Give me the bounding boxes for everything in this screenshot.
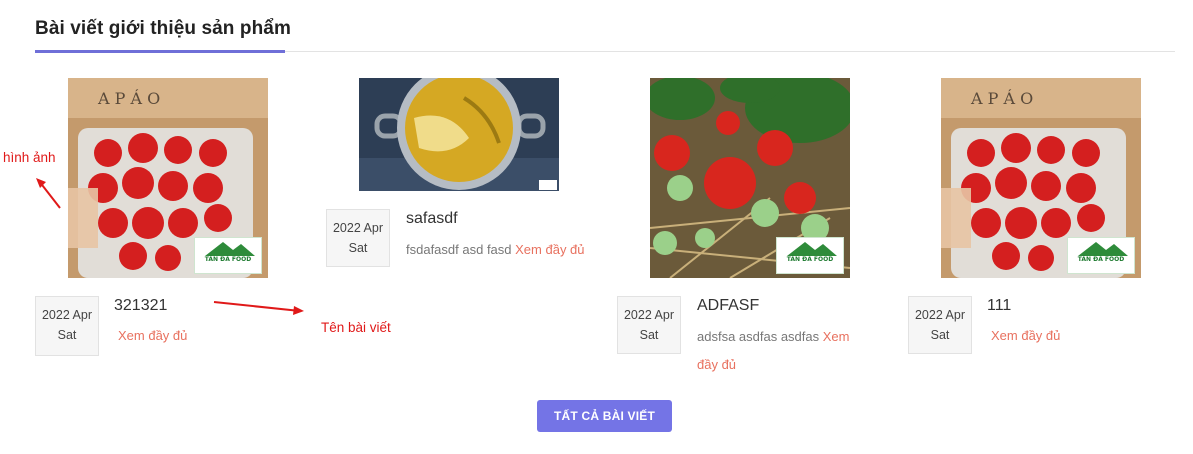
mountain-logo-icon: [205, 242, 255, 256]
image-annotation-label: hình ảnh: [3, 150, 56, 165]
logo-text: TÂN ĐÀ FOOD: [204, 256, 252, 263]
post-date-4: 2022 Apr Sat: [908, 296, 972, 354]
post-image-4[interactable]: A P Á O TÂN ĐÀ FOOD: [941, 78, 1141, 278]
date-weekday: Sat: [930, 328, 950, 342]
date-weekday: Sat: [348, 241, 368, 255]
logo-text: TÂN ĐÀ FOOD: [1077, 256, 1125, 263]
post-title-2[interactable]: safasdf: [406, 210, 458, 228]
post-image-2[interactable]: [359, 78, 559, 191]
date-month-year: 2022 Apr: [914, 308, 966, 322]
read-more-link[interactable]: Xem đầy đủ: [515, 242, 584, 257]
post-desc-3: adsfsa asdfas asdfas Xem đầy đủ: [697, 323, 872, 379]
post-desc-text: adsfsa asdfas asdfas: [697, 329, 820, 344]
post-desc-1: Xem đầy đủ: [118, 322, 187, 350]
post-title-3[interactable]: ADFASF: [697, 297, 759, 315]
post-desc-2: fsdafasdf asd fasd Xem đầy đủ: [406, 236, 591, 264]
date-month-year: 2022 Apr: [332, 221, 384, 235]
read-more-link[interactable]: Xem đầy đủ: [118, 328, 187, 343]
title-annotation-label: Tên bài viết: [321, 320, 391, 335]
post-image-1[interactable]: A P Á O TÂN ĐÀ FOOD: [68, 78, 268, 278]
mountain-logo-icon: [787, 242, 837, 256]
brand-logo: TÂN ĐÀ FOOD: [194, 237, 262, 274]
date-weekday: Sat: [57, 328, 77, 342]
svg-text:A P Á O: A P Á O: [970, 88, 1033, 108]
svg-text:A P Á O: A P Á O: [97, 88, 160, 108]
post-date-2: 2022 Apr Sat: [326, 209, 390, 267]
post-title-1[interactable]: 321321: [114, 297, 167, 315]
section-title-underline: [35, 50, 285, 53]
brand-logo: TÂN ĐÀ FOOD: [1067, 237, 1135, 274]
brand-logo: TÂN ĐÀ FOOD: [776, 237, 844, 274]
post-image-3[interactable]: TÂN ĐÀ FOOD: [650, 78, 850, 278]
section-title: Bài viết giới thiệu sản phẩm: [35, 18, 291, 39]
date-month-year: 2022 Apr: [623, 308, 675, 322]
logo-text: TÂN ĐÀ FOOD: [786, 256, 834, 263]
read-more-link[interactable]: Xem đầy đủ: [991, 328, 1060, 343]
mountain-logo-icon: [1078, 242, 1128, 256]
arrow-right-icon: [213, 301, 304, 315]
post-desc-4: Xem đầy đủ: [991, 322, 1060, 350]
cooking-pot-photo: [359, 78, 559, 191]
post-date-1: 2022 Apr Sat: [35, 296, 99, 356]
post-desc-text: fsdafasdf asd fasd: [406, 242, 512, 257]
date-weekday: Sat: [639, 328, 659, 342]
post-title-4[interactable]: 111: [987, 297, 1011, 315]
post-date-3: 2022 Apr Sat: [617, 296, 681, 354]
arrow-up-left-icon: [36, 178, 61, 209]
all-posts-button[interactable]: TẤT CẢ BÀI VIẾT: [537, 400, 672, 432]
date-month-year: 2022 Apr: [41, 308, 93, 322]
